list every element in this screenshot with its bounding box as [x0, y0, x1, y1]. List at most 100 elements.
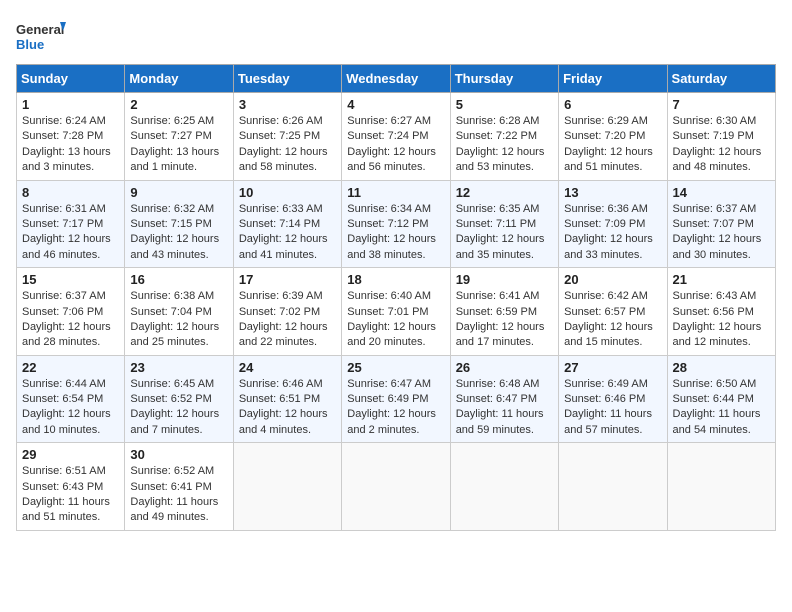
cell-info: Sunrise: 6:32 AM Sunset: 7:15 PM Dayligh… [130, 202, 227, 264]
svg-text:General: General [16, 22, 64, 37]
week-row-2: 8 Sunrise: 6:31 AM Sunset: 7:17 PM Dayli… [17, 180, 776, 268]
day-cell: 25 Sunrise: 6:47 AM Sunset: 6:49 PM Dayl… [342, 355, 450, 443]
day-cell [559, 443, 667, 531]
cell-info: Sunrise: 6:29 AM Sunset: 7:20 PM Dayligh… [564, 114, 661, 176]
day-cell: 7 Sunrise: 6:30 AM Sunset: 7:19 PM Dayli… [667, 93, 775, 181]
col-header-saturday: Saturday [667, 65, 775, 93]
week-row-4: 22 Sunrise: 6:44 AM Sunset: 6:54 PM Dayl… [17, 355, 776, 443]
day-number: 16 [130, 272, 227, 287]
cell-info: Sunrise: 6:26 AM Sunset: 7:25 PM Dayligh… [239, 114, 336, 176]
sunset: Sunset: 7:09 PM [564, 218, 645, 230]
day-cell: 27 Sunrise: 6:49 AM Sunset: 6:46 PM Dayl… [559, 355, 667, 443]
cell-info: Sunrise: 6:51 AM Sunset: 6:43 PM Dayligh… [22, 464, 119, 526]
sunset: Sunset: 6:52 PM [130, 393, 211, 405]
cell-info: Sunrise: 6:37 AM Sunset: 7:06 PM Dayligh… [22, 289, 119, 351]
sunrise: Sunrise: 6:30 AM [673, 115, 757, 127]
svg-text:Blue: Blue [16, 37, 44, 52]
day-number: 3 [239, 97, 336, 112]
sunset: Sunset: 6:46 PM [564, 393, 645, 405]
logo-svg: General Blue [16, 16, 66, 56]
sunrise: Sunrise: 6:52 AM [130, 465, 214, 477]
day-number: 4 [347, 97, 444, 112]
cell-info: Sunrise: 6:31 AM Sunset: 7:17 PM Dayligh… [22, 202, 119, 264]
sunrise: Sunrise: 6:28 AM [456, 115, 540, 127]
sunset: Sunset: 6:59 PM [456, 306, 537, 318]
day-cell: 6 Sunrise: 6:29 AM Sunset: 7:20 PM Dayli… [559, 93, 667, 181]
day-cell: 16 Sunrise: 6:38 AM Sunset: 7:04 PM Dayl… [125, 268, 233, 356]
day-number: 9 [130, 185, 227, 200]
day-number: 12 [456, 185, 553, 200]
sunset: Sunset: 7:01 PM [347, 306, 428, 318]
col-header-friday: Friday [559, 65, 667, 93]
cell-info: Sunrise: 6:50 AM Sunset: 6:44 PM Dayligh… [673, 377, 770, 439]
daylight: Daylight: 12 hours and 10 minutes. [22, 408, 111, 435]
sunrise: Sunrise: 6:48 AM [456, 378, 540, 390]
sunrise: Sunrise: 6:35 AM [456, 203, 540, 215]
day-number: 30 [130, 447, 227, 462]
day-number: 15 [22, 272, 119, 287]
sunrise: Sunrise: 6:31 AM [22, 203, 106, 215]
col-header-wednesday: Wednesday [342, 65, 450, 93]
logo: General Blue [16, 16, 66, 56]
cell-info: Sunrise: 6:25 AM Sunset: 7:27 PM Dayligh… [130, 114, 227, 176]
day-cell: 13 Sunrise: 6:36 AM Sunset: 7:09 PM Dayl… [559, 180, 667, 268]
day-cell: 20 Sunrise: 6:42 AM Sunset: 6:57 PM Dayl… [559, 268, 667, 356]
cell-info: Sunrise: 6:35 AM Sunset: 7:11 PM Dayligh… [456, 202, 553, 264]
sunrise: Sunrise: 6:47 AM [347, 378, 431, 390]
sunrise: Sunrise: 6:43 AM [673, 290, 757, 302]
daylight: Daylight: 11 hours and 54 minutes. [673, 408, 761, 435]
day-number: 5 [456, 97, 553, 112]
cell-info: Sunrise: 6:38 AM Sunset: 7:04 PM Dayligh… [130, 289, 227, 351]
daylight: Daylight: 11 hours and 49 minutes. [130, 496, 218, 523]
day-cell: 2 Sunrise: 6:25 AM Sunset: 7:27 PM Dayli… [125, 93, 233, 181]
daylight: Daylight: 12 hours and 25 minutes. [130, 321, 219, 348]
day-cell: 26 Sunrise: 6:48 AM Sunset: 6:47 PM Dayl… [450, 355, 558, 443]
sunrise: Sunrise: 6:26 AM [239, 115, 323, 127]
week-row-3: 15 Sunrise: 6:37 AM Sunset: 7:06 PM Dayl… [17, 268, 776, 356]
daylight: Daylight: 11 hours and 57 minutes. [564, 408, 652, 435]
week-row-1: 1 Sunrise: 6:24 AM Sunset: 7:28 PM Dayli… [17, 93, 776, 181]
daylight: Daylight: 12 hours and 58 minutes. [239, 146, 328, 173]
day-number: 19 [456, 272, 553, 287]
day-number: 27 [564, 360, 661, 375]
day-number: 28 [673, 360, 770, 375]
sunset: Sunset: 7:20 PM [564, 130, 645, 142]
page-header: General Blue [16, 16, 776, 56]
sunrise: Sunrise: 6:34 AM [347, 203, 431, 215]
day-number: 7 [673, 97, 770, 112]
sunset: Sunset: 7:11 PM [456, 218, 537, 230]
sunrise: Sunrise: 6:33 AM [239, 203, 323, 215]
cell-info: Sunrise: 6:41 AM Sunset: 6:59 PM Dayligh… [456, 289, 553, 351]
day-cell: 4 Sunrise: 6:27 AM Sunset: 7:24 PM Dayli… [342, 93, 450, 181]
daylight: Daylight: 12 hours and 56 minutes. [347, 146, 436, 173]
day-number: 18 [347, 272, 444, 287]
sunset: Sunset: 6:41 PM [130, 481, 211, 493]
day-cell: 8 Sunrise: 6:31 AM Sunset: 7:17 PM Dayli… [17, 180, 125, 268]
daylight: Daylight: 12 hours and 28 minutes. [22, 321, 111, 348]
sunrise: Sunrise: 6:37 AM [673, 203, 757, 215]
cell-info: Sunrise: 6:36 AM Sunset: 7:09 PM Dayligh… [564, 202, 661, 264]
daylight: Daylight: 12 hours and 17 minutes. [456, 321, 545, 348]
sunset: Sunset: 7:14 PM [239, 218, 320, 230]
day-cell [233, 443, 341, 531]
day-cell: 24 Sunrise: 6:46 AM Sunset: 6:51 PM Dayl… [233, 355, 341, 443]
sunset: Sunset: 6:57 PM [564, 306, 645, 318]
cell-info: Sunrise: 6:24 AM Sunset: 7:28 PM Dayligh… [22, 114, 119, 176]
sunset: Sunset: 6:49 PM [347, 393, 428, 405]
logo-text-block: General Blue [16, 16, 66, 56]
day-number: 13 [564, 185, 661, 200]
sunset: Sunset: 6:51 PM [239, 393, 320, 405]
day-number: 24 [239, 360, 336, 375]
cell-info: Sunrise: 6:47 AM Sunset: 6:49 PM Dayligh… [347, 377, 444, 439]
daylight: Daylight: 12 hours and 48 minutes. [673, 146, 762, 173]
sunrise: Sunrise: 6:32 AM [130, 203, 214, 215]
daylight: Daylight: 13 hours and 1 minute. [130, 146, 219, 173]
day-cell: 10 Sunrise: 6:33 AM Sunset: 7:14 PM Dayl… [233, 180, 341, 268]
daylight: Daylight: 12 hours and 43 minutes. [130, 233, 219, 260]
daylight: Daylight: 12 hours and 53 minutes. [456, 146, 545, 173]
day-number: 20 [564, 272, 661, 287]
daylight: Daylight: 11 hours and 59 minutes. [456, 408, 544, 435]
day-cell: 17 Sunrise: 6:39 AM Sunset: 7:02 PM Dayl… [233, 268, 341, 356]
cell-info: Sunrise: 6:37 AM Sunset: 7:07 PM Dayligh… [673, 202, 770, 264]
daylight: Daylight: 13 hours and 3 minutes. [22, 146, 111, 173]
